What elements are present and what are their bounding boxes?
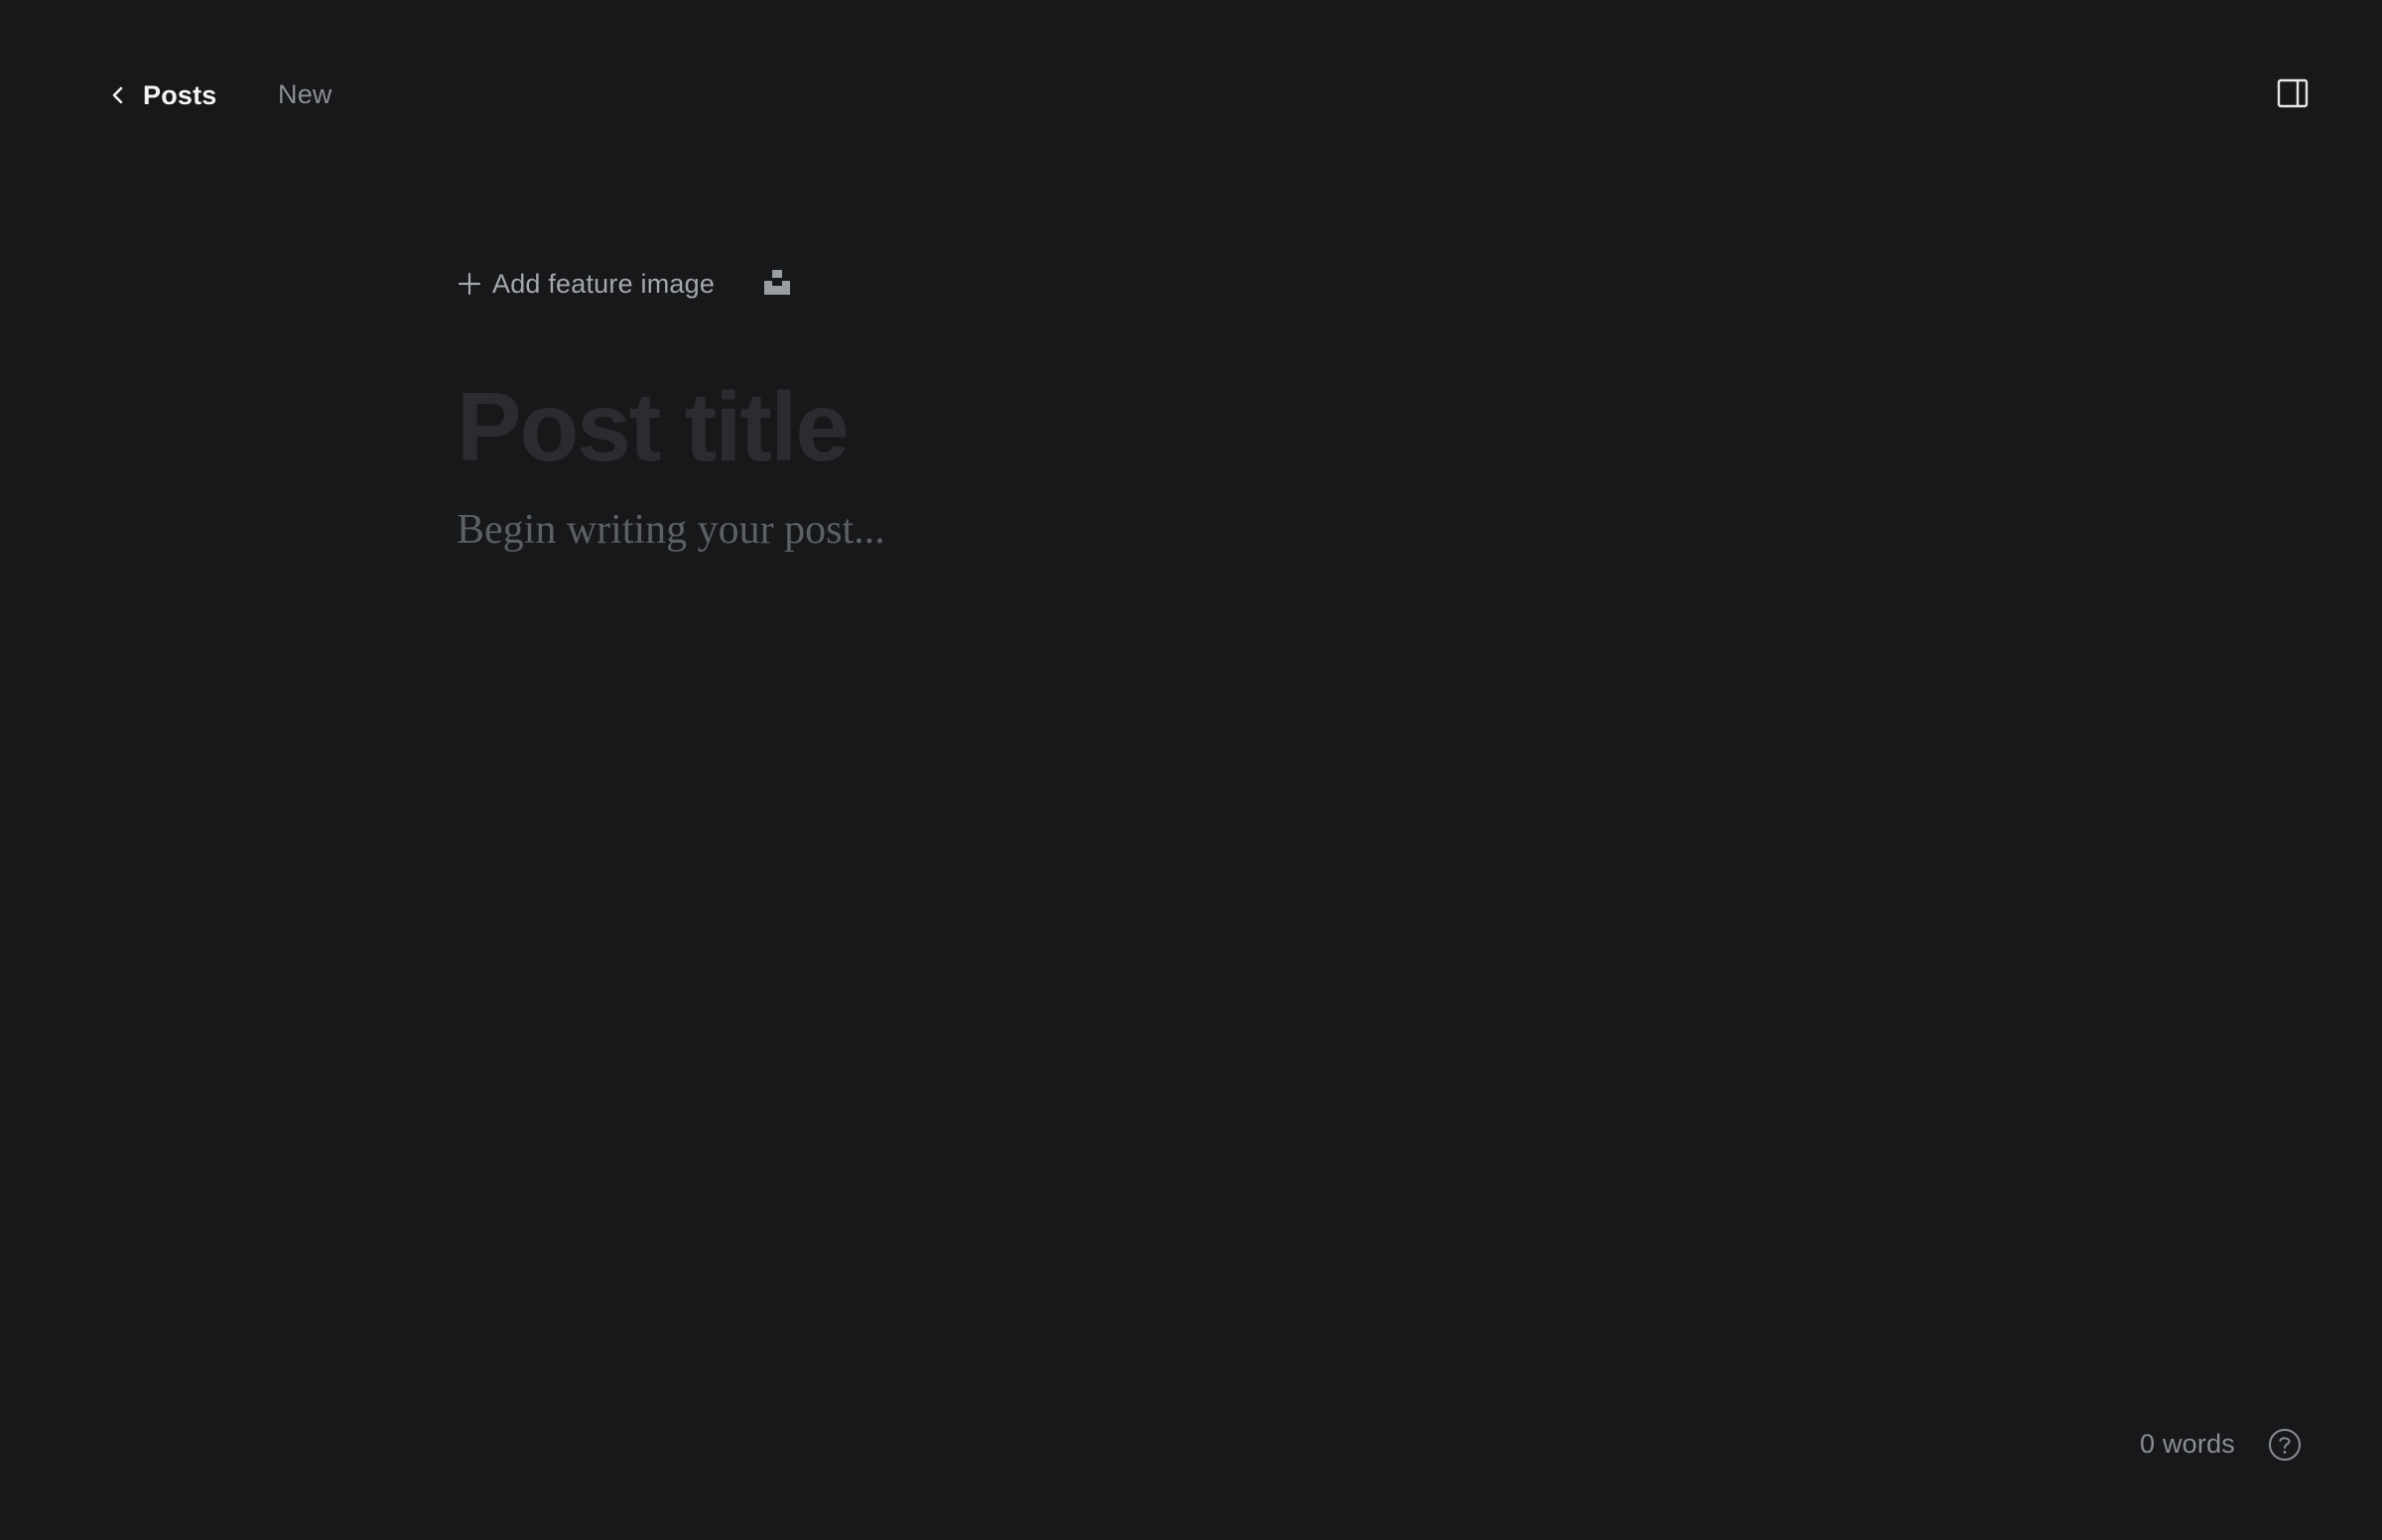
post-editor-page: Posts New Add feature image Post title B… [0,0,2382,1540]
back-link-label: Posts [143,79,217,110]
post-body-editor[interactable]: Begin writing your post... [457,506,1925,576]
question-circle-icon [2268,1428,2302,1467]
post-status-label: New [278,79,332,109]
feature-image-row: Add feature image [457,248,1925,320]
plus-icon [457,271,482,297]
word-count-label: 0 words [2140,1429,2235,1459]
sidebar-toggle-button[interactable] [2275,77,2311,113]
help-button[interactable] [2267,1428,2303,1467]
add-feature-image-label: Add feature image [492,268,716,299]
unsplash-icon [763,268,791,301]
post-title-input[interactable] [457,367,1925,486]
editor-header: Posts New [0,0,2382,189]
unsplash-button[interactable] [760,267,794,301]
chevron-left-icon [107,84,129,106]
add-feature-image-button[interactable]: Add feature image [457,269,715,300]
editor-canvas: Add feature image Begin writing your pos… [457,248,1925,576]
back-to-posts-link[interactable]: Posts [107,75,217,115]
sidebar-panel-icon [2277,78,2309,113]
